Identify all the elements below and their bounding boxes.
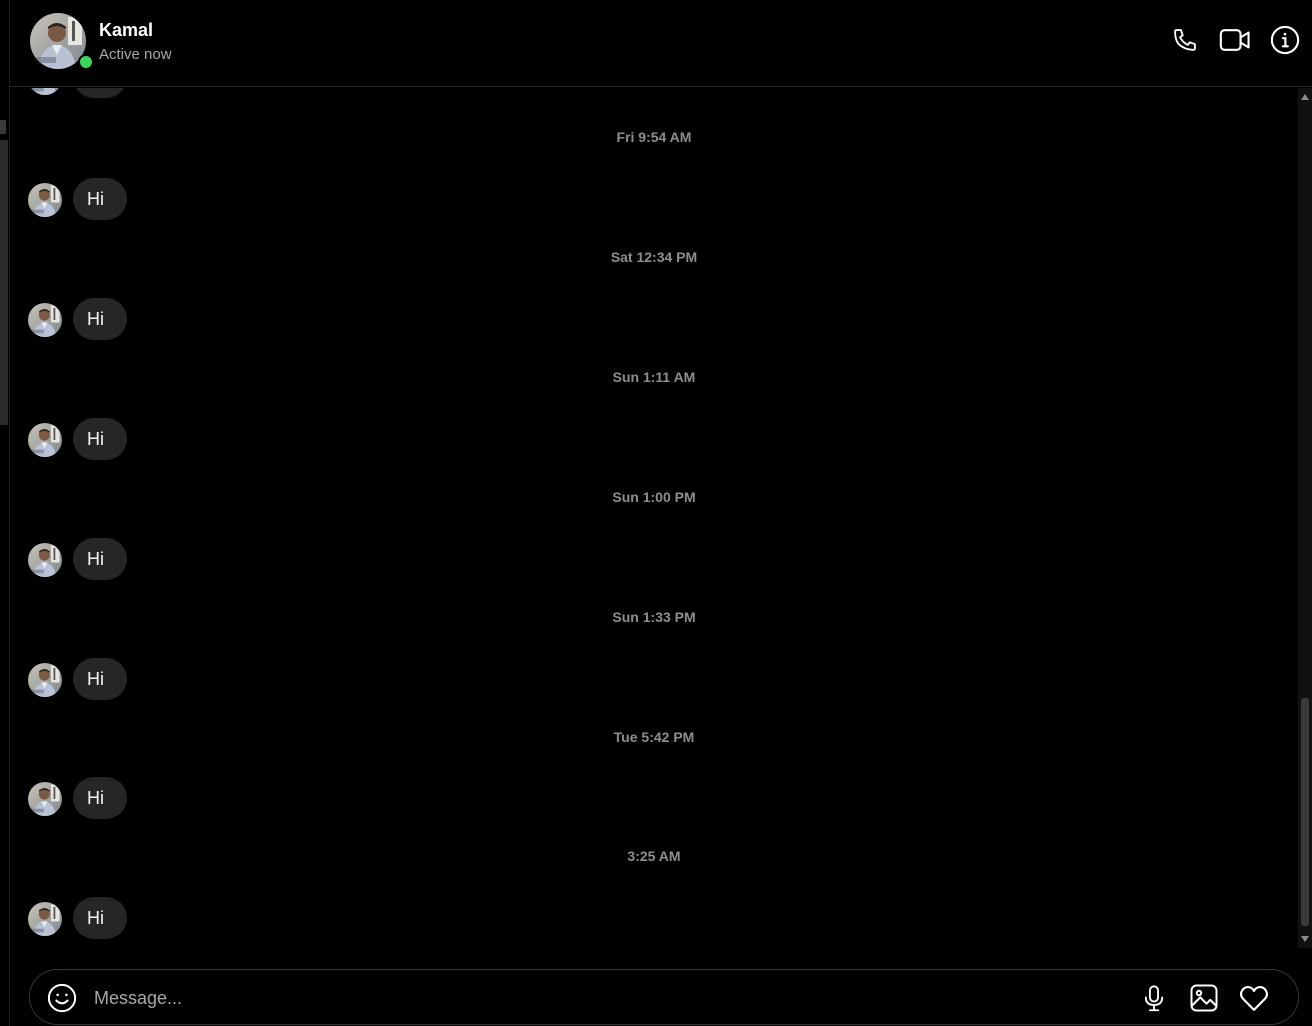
message-bubble-partial[interactable] (73, 88, 127, 98)
thread-timestamp: Tue 5:42 PM (613, 729, 695, 745)
thread-timestamp: Sun 1:33 PM (612, 609, 696, 625)
contact-status: Active now (99, 46, 172, 63)
thread-timestamp: 3:25 AM (627, 848, 681, 864)
microphone-icon (1144, 985, 1164, 1012)
thread-timestamp: Sun 1:00 PM (612, 489, 696, 505)
sender-avatar[interactable] (28, 88, 62, 95)
sender-avatar[interactable] (28, 183, 62, 217)
sender-avatar[interactable] (28, 663, 62, 697)
attach-image-button[interactable] (1188, 982, 1220, 1014)
message-bubble[interactable]: Hi (73, 538, 127, 580)
video-call-button[interactable] (1217, 22, 1253, 58)
contact-name[interactable]: Kamal (99, 20, 153, 41)
phone-icon (1174, 29, 1196, 51)
message-bubble[interactable]: Hi (73, 178, 127, 220)
thread-timestamp: Sun 1:11 AM (612, 369, 696, 385)
sender-avatar[interactable] (28, 782, 62, 816)
voice-message-button[interactable] (1138, 982, 1170, 1014)
sender-avatar[interactable] (28, 423, 62, 457)
left-scrollbar-thumb[interactable] (0, 140, 8, 425)
conversation-info-button[interactable] (1267, 22, 1303, 58)
message-bubble[interactable]: Hi (73, 777, 127, 819)
chat-header: Kamal Active now (10, 0, 1312, 87)
scroll-up-arrow[interactable] (1301, 94, 1309, 100)
info-icon (1270, 25, 1300, 55)
scroll-down-arrow[interactable] (1301, 936, 1309, 942)
message-thread[interactable]: Fri 9:54 AM Hi Sat 12:34 PM Hi Sun 1:11 … (10, 88, 1298, 948)
sender-avatar[interactable] (28, 543, 62, 577)
sender-avatar[interactable] (28, 902, 62, 936)
message-bubble[interactable]: Hi (73, 418, 127, 460)
thread-timestamp: Fri 9:54 AM (616, 129, 692, 145)
thread-scrollbar[interactable] (1298, 88, 1312, 948)
message-composer (29, 969, 1299, 1025)
sender-avatar[interactable] (28, 303, 62, 337)
thread-scrollbar-thumb[interactable] (1301, 698, 1309, 926)
heart-icon (1239, 986, 1269, 1011)
image-icon (1190, 984, 1218, 1012)
video-camera-icon (1219, 29, 1250, 51)
like-button[interactable] (1238, 982, 1270, 1014)
online-status-dot (78, 54, 94, 70)
emoji-icon (47, 983, 77, 1013)
emoji-button[interactable] (46, 982, 78, 1014)
message-bubble[interactable]: Hi (73, 298, 127, 340)
left-edge-notch (0, 120, 6, 134)
message-bubble[interactable]: Hi (73, 897, 127, 939)
audio-call-button[interactable] (1167, 22, 1203, 58)
left-edge-scrollbar[interactable] (0, 0, 10, 1026)
thread-timestamp: Sat 12:34 PM (610, 249, 698, 265)
message-input[interactable] (94, 984, 1114, 1012)
message-bubble[interactable]: Hi (73, 658, 127, 700)
